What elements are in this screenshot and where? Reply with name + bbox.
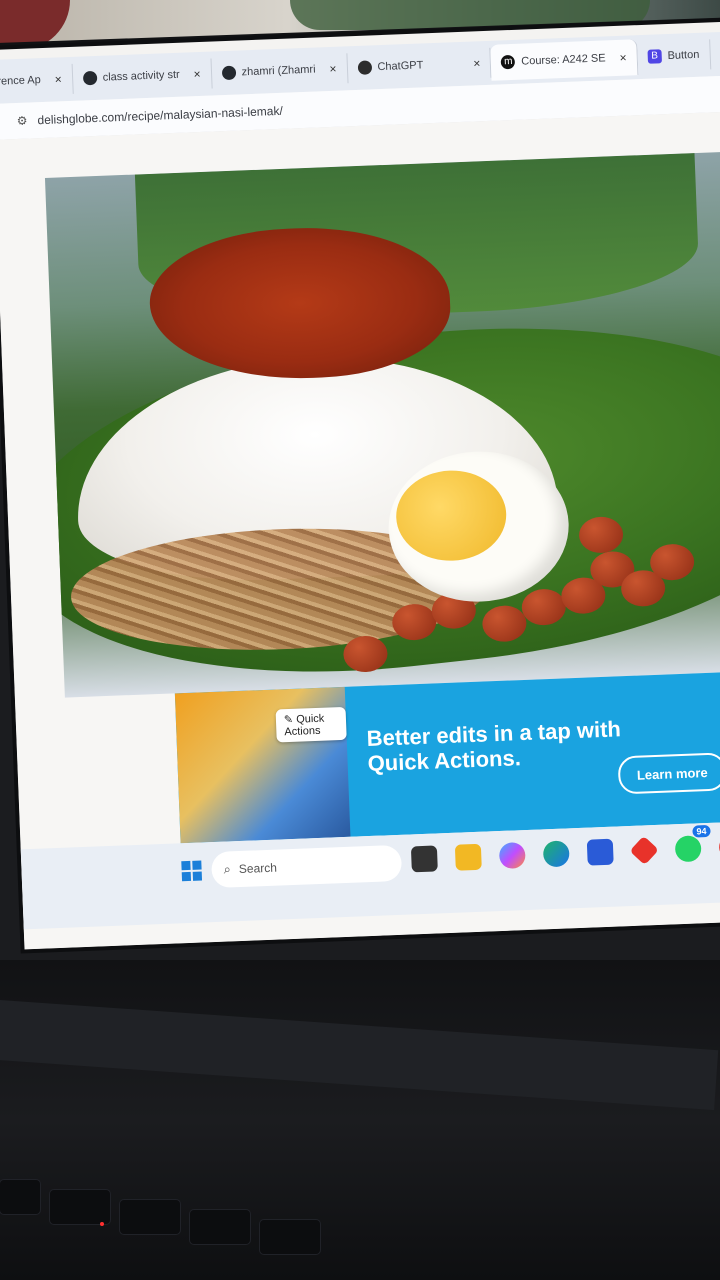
tab-close-icon[interactable]: × [619, 51, 627, 65]
tab-label: zhamri (Zhamri [241, 63, 316, 79]
keyboard-keys [0, 1160, 720, 1280]
ad-headline: Better edits in a tap with Quick Actions… [366, 716, 622, 777]
search-placeholder: Search [238, 860, 278, 877]
learn-more-button[interactable]: Learn more [617, 752, 720, 795]
m-icon: m [501, 54, 516, 70]
laptop-screen: erence Ap × class activity str × zhamri … [0, 20, 720, 950]
tab-label: ChatGPT [377, 59, 424, 74]
tab-0[interactable]: erence Ap × [0, 63, 74, 97]
tab-label: erence Ap [0, 74, 41, 88]
tab-zhamri[interactable]: zhamri (Zhamri × [211, 53, 349, 89]
task-view-icon[interactable] [410, 845, 438, 873]
github-icon [221, 65, 236, 81]
site-info-icon[interactable]: ⚙ [16, 114, 27, 128]
tab-close-icon[interactable]: × [193, 67, 201, 81]
tab-chatgpt[interactable]: ChatGPT × [346, 47, 492, 84]
ad-image: ✎ Quick Actions [174, 686, 351, 844]
search-icon: ⌕ [223, 861, 232, 877]
copilot-icon[interactable] [498, 842, 526, 870]
tab-label: class activity str [102, 68, 180, 84]
whatsapp-icon[interactable]: 94 [674, 824, 711, 863]
edge-icon[interactable] [542, 840, 570, 868]
file-explorer-icon[interactable] [454, 843, 482, 871]
advertisement-banner[interactable]: ✎ Quick Actions Better edits in a tap wi… [174, 668, 720, 844]
keyboard-led [100, 1222, 104, 1226]
tab-close-icon[interactable]: × [54, 72, 62, 86]
chatgpt-icon [357, 60, 372, 75]
tab-course[interactable]: m Course: A242 SE × [490, 39, 639, 81]
recipe-hero-image [44, 150, 720, 698]
tab-class-activity[interactable]: class activity str × [72, 58, 213, 94]
tab-button[interactable]: B Button [637, 39, 711, 73]
b-icon: B [647, 49, 662, 64]
egg-yolk [394, 468, 508, 563]
taskbar-apps: 94 [410, 824, 720, 873]
windows-start-icon[interactable] [181, 860, 203, 882]
tab-label: Course: A242 SE [521, 52, 606, 68]
store-icon[interactable] [586, 838, 614, 866]
quick-actions-chip: ✎ Quick Actions [275, 706, 347, 743]
taskbar-search-input[interactable]: ⌕ Search [210, 844, 403, 889]
web-page: ✎ Quick Actions Better edits in a tap wi… [0, 110, 720, 950]
url-text[interactable]: delishglobe.com/recipe/malaysian-nasi-le… [37, 104, 283, 127]
app-icon[interactable] [629, 835, 659, 866]
tab-label: Button [667, 48, 700, 62]
windows-taskbar: ⌕ Search 94 [20, 820, 720, 930]
tab-close-icon[interactable]: × [329, 62, 337, 76]
github-icon [82, 70, 97, 86]
notification-badge: 94 [692, 824, 711, 838]
tab-close-icon[interactable]: × [473, 56, 481, 70]
